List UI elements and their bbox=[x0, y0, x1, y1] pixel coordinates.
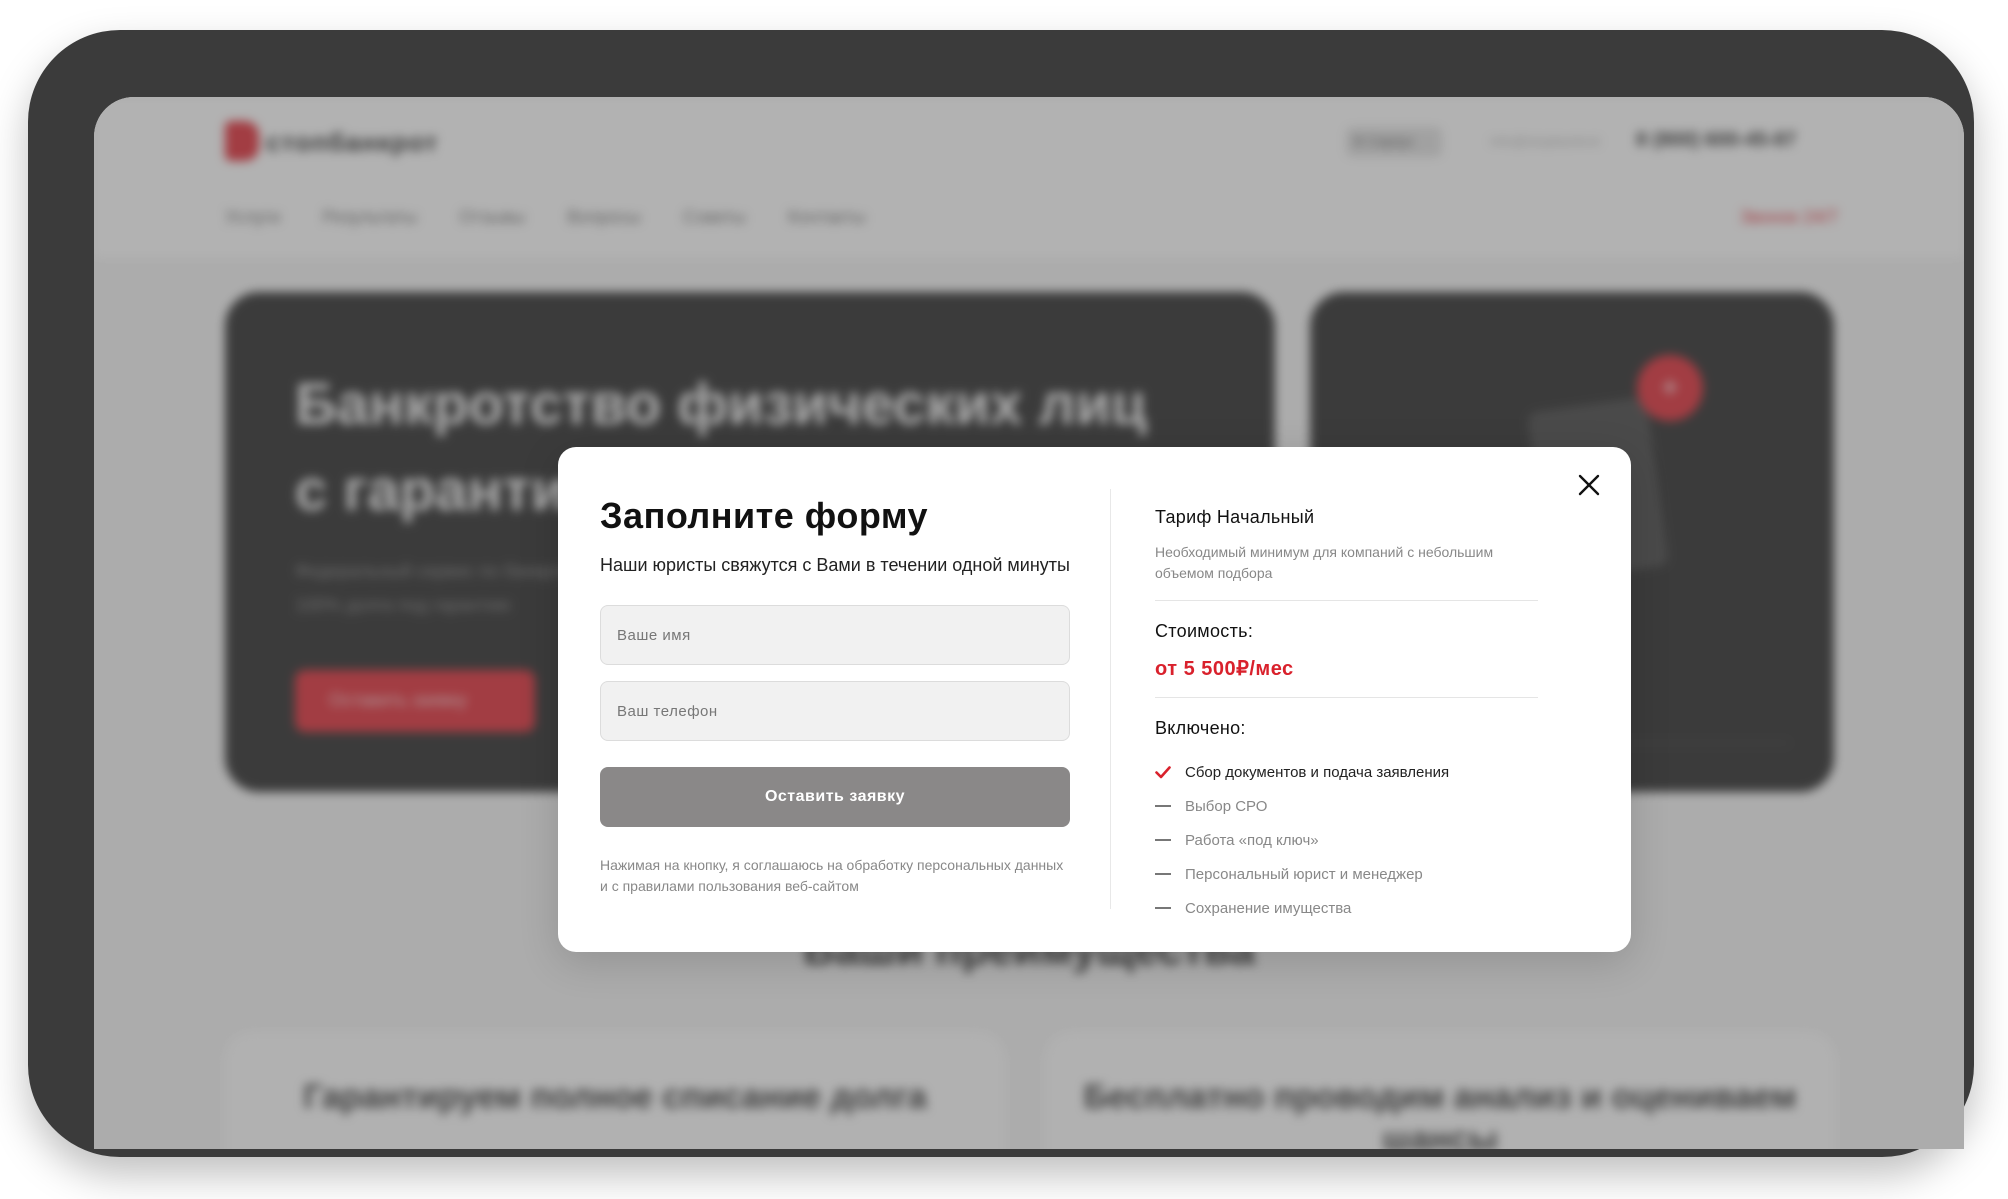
checkmark-icon bbox=[1155, 765, 1171, 779]
form-column: Заполните форму Наши юристы свяжутся с В… bbox=[600, 495, 1070, 897]
dash-icon bbox=[1155, 805, 1171, 807]
dash-icon bbox=[1155, 839, 1171, 841]
list-item: Сохранение имущества bbox=[1155, 891, 1538, 925]
browser-screen: стопбанкрот В Сириус info@stopbankrot 8 … bbox=[94, 97, 1964, 1149]
column-divider bbox=[1110, 489, 1111, 909]
included-label: Включено: bbox=[1155, 718, 1246, 738]
list-item-label: Выбор СРО bbox=[1185, 797, 1268, 815]
list-item-label: Сохранение имущества bbox=[1185, 899, 1352, 917]
phone-input[interactable] bbox=[600, 681, 1070, 741]
included-list: Сбор документов и подача заявления Выбор… bbox=[1155, 755, 1538, 925]
price-value: от 5 500₽/мес bbox=[1155, 658, 1294, 680]
close-icon[interactable] bbox=[1569, 465, 1609, 505]
tariff-name: Тариф Начальный bbox=[1155, 507, 1315, 527]
dash-icon bbox=[1155, 907, 1171, 909]
list-item: Работа «под ключ» bbox=[1155, 823, 1538, 857]
dash-icon bbox=[1155, 873, 1171, 875]
request-form-modal: Заполните форму Наши юристы свяжутся с В… bbox=[558, 447, 1631, 952]
name-input[interactable] bbox=[600, 605, 1070, 665]
device-frame: стопбанкрот В Сириус info@stopbankrot 8 … bbox=[28, 30, 1974, 1157]
submit-button[interactable]: Оставить заявку bbox=[600, 767, 1070, 827]
list-item-label: Персональный юрист и менеджер bbox=[1185, 865, 1423, 883]
tariff-column: Тариф Начальный Необходимый минимум для … bbox=[1155, 507, 1538, 925]
consent-text: Нажимая на кнопку, я соглашаюсь на обраб… bbox=[600, 857, 1064, 894]
list-item-label: Сбор документов и подача заявления bbox=[1185, 763, 1450, 781]
price-label: Стоимость: bbox=[1155, 621, 1254, 641]
list-item-label: Работа «под ключ» bbox=[1185, 831, 1319, 849]
list-item: Выбор СРО bbox=[1155, 789, 1538, 823]
divider bbox=[1155, 600, 1538, 601]
form-subtitle: Наши юристы свяжутся с Вами в течении од… bbox=[600, 555, 1070, 575]
tariff-description: Необходимый минимум для компаний с небол… bbox=[1155, 544, 1494, 581]
list-item: Персональный юрист и менеджер bbox=[1155, 857, 1538, 891]
form-title: Заполните форму bbox=[600, 495, 929, 536]
divider bbox=[1155, 697, 1538, 698]
list-item: Сбор документов и подача заявления bbox=[1155, 755, 1538, 789]
